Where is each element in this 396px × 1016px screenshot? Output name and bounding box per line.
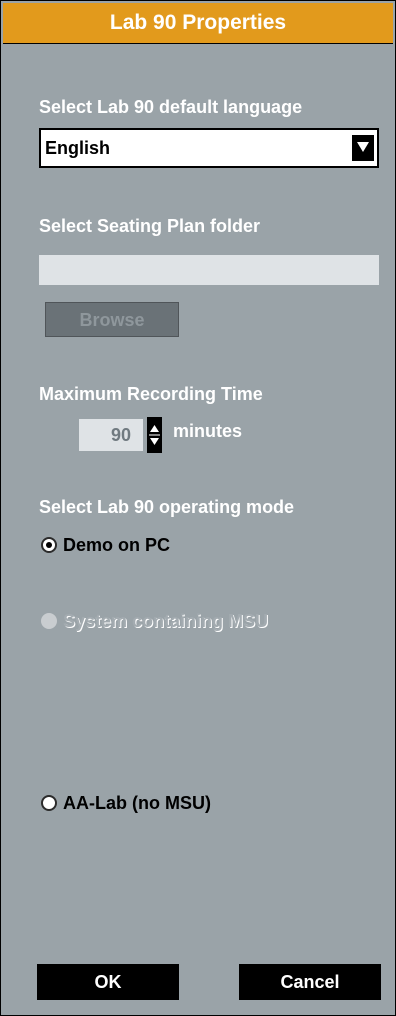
radio-button-selected[interactable]: [41, 537, 57, 553]
mode-option-label: AA-Lab (no MSU): [63, 793, 211, 813]
radio-button-disabled: [41, 613, 57, 629]
operating-mode-label: Select Lab 90 operating mode: [39, 497, 295, 517]
spinner-arrows-icon[interactable]: [147, 417, 162, 453]
mode-option-label: System containing MSU: [63, 611, 269, 631]
seating-plan-label: Select Seating Plan folder: [39, 216, 261, 236]
language-dropdown[interactable]: English: [39, 128, 379, 168]
ok-button[interactable]: OK: [37, 964, 179, 1000]
cancel-button[interactable]: Cancel: [239, 964, 381, 1000]
triangle-down-icon[interactable]: [352, 135, 374, 161]
browse-button[interactable]: Browse: [45, 302, 179, 337]
recording-time-label: Maximum Recording Time: [39, 384, 263, 404]
language-selected-value: English: [45, 138, 111, 158]
seating-plan-folder-field[interactable]: [39, 255, 379, 285]
radio-dot-icon: [46, 542, 52, 548]
mode-option-label: Demo on PC: [63, 535, 171, 555]
recording-time-units: minutes: [173, 421, 243, 441]
recording-time-input[interactable]: 90: [79, 419, 143, 451]
radio-button[interactable]: [41, 795, 57, 811]
dialog-title: Lab 90 Properties: [3, 3, 393, 44]
language-label: Select Lab 90 default language: [39, 97, 303, 117]
properties-dialog: Lab 90 Properties Select Lab 90 default …: [0, 0, 396, 1016]
